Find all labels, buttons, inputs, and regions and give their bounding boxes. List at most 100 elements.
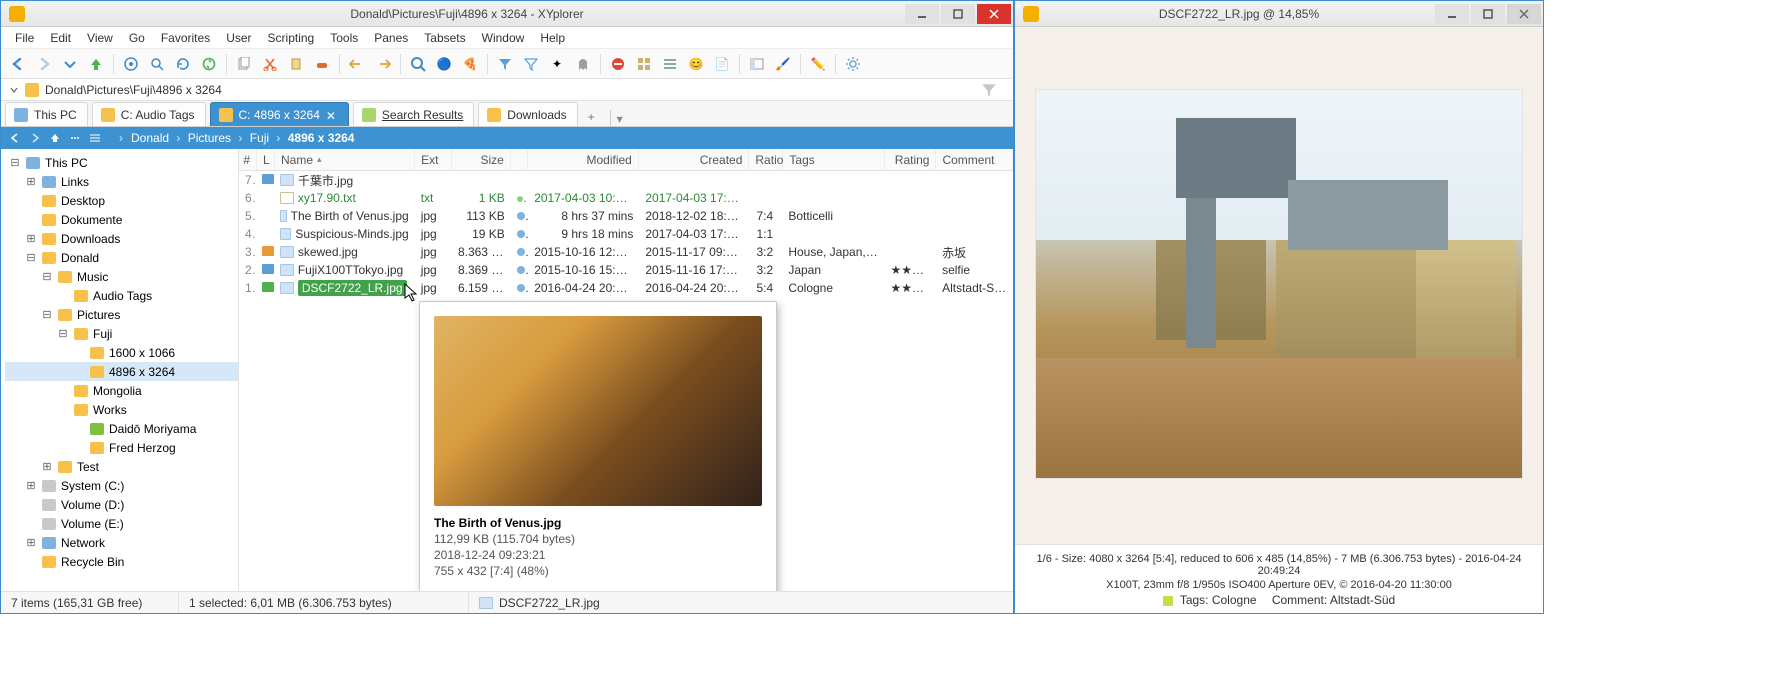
tree-item[interactable]: Dokumente	[5, 210, 238, 229]
redo-icon[interactable]	[372, 53, 394, 75]
crumb-list-icon[interactable]	[87, 130, 103, 146]
crumb[interactable]: Fuji	[246, 131, 273, 145]
minimize-button[interactable]	[905, 4, 939, 24]
menu-scripting[interactable]: Scripting	[260, 29, 323, 47]
tree-item[interactable]: ⊞System (C:)	[5, 476, 238, 495]
file-row[interactable]: 2FujiX100TTokyo.jpgjpg8.369 KB2015-10-16…	[239, 261, 1013, 279]
column-header[interactable]: Created	[639, 149, 750, 170]
tree-item[interactable]: Works	[5, 400, 238, 419]
maximize-button[interactable]	[941, 4, 975, 24]
column-header[interactable]	[511, 149, 528, 170]
tab[interactable]: Downloads	[478, 102, 577, 126]
filter-icon[interactable]	[981, 82, 997, 98]
tree-item[interactable]: ⊞Links	[5, 172, 238, 191]
tab[interactable]: C: Audio Tags	[92, 102, 206, 126]
funnel-icon[interactable]	[494, 53, 516, 75]
column-header[interactable]: Comment	[936, 149, 1013, 170]
column-header[interactable]: Modified	[528, 149, 639, 170]
grid-icon[interactable]	[633, 53, 655, 75]
column-header[interactable]: #	[239, 149, 257, 170]
back-button[interactable]	[7, 53, 29, 75]
tab[interactable]: Search Results	[353, 102, 474, 126]
sync-icon[interactable]	[198, 53, 220, 75]
brush-icon[interactable]: 🖌️	[772, 53, 794, 75]
menu-tools[interactable]: Tools	[322, 29, 366, 47]
tree-item[interactable]: Mongolia	[5, 381, 238, 400]
cut-icon[interactable]	[259, 53, 281, 75]
tab[interactable]: C: 4896 x 3264✕	[210, 102, 349, 126]
wand-icon[interactable]: ✦	[546, 53, 568, 75]
gear-icon[interactable]	[842, 53, 864, 75]
crumb[interactable]: Pictures	[184, 131, 235, 145]
crumb[interactable]: 4896 x 3264	[284, 131, 359, 145]
file-row[interactable]: 6xy17.90.txttxt1 KB2017-04-03 10:36:4420…	[239, 189, 1013, 207]
tree-item[interactable]: 4896 x 3264	[5, 362, 238, 381]
file-list[interactable]: 7千葉市.jpg6xy17.90.txttxt1 KB2017-04-03 10…	[239, 171, 1013, 591]
tab[interactable]: This PC	[5, 102, 88, 126]
stop-icon[interactable]	[607, 53, 629, 75]
undo-icon[interactable]	[346, 53, 368, 75]
tree-item[interactable]: ⊟Fuji	[5, 324, 238, 343]
menu-help[interactable]: Help	[532, 29, 573, 47]
crumb-fwd-icon[interactable]	[27, 130, 43, 146]
menu-window[interactable]: Window	[474, 29, 533, 47]
smile-icon[interactable]: 😊	[685, 53, 707, 75]
list-icon[interactable]	[659, 53, 681, 75]
tree-item[interactable]: ⊞Downloads	[5, 229, 238, 248]
file-row[interactable]: 5The Birth of Venus.jpgjpg113 KB8 hrs 37…	[239, 207, 1013, 225]
tree-item[interactable]: ⊞Network	[5, 533, 238, 552]
maximize-button[interactable]	[1471, 4, 1505, 24]
column-header[interactable]: Rating	[885, 149, 936, 170]
zoom-icon[interactable]	[407, 53, 429, 75]
target-icon[interactable]	[120, 53, 142, 75]
menu-file[interactable]: File	[7, 29, 42, 47]
column-header[interactable]: Name▴	[275, 149, 415, 170]
menu-tabsets[interactable]: Tabsets	[416, 29, 473, 47]
pizza-icon[interactable]: 🍕	[459, 53, 481, 75]
tree-item[interactable]: ⊟Pictures	[5, 305, 238, 324]
column-header[interactable]: L	[257, 149, 275, 170]
copy-icon[interactable]	[233, 53, 255, 75]
refresh-icon[interactable]	[172, 53, 194, 75]
crumb-dots-icon[interactable]	[67, 130, 83, 146]
recent-button[interactable]	[59, 53, 81, 75]
file-row[interactable]: 1DSCF2722_LR.jpgjpg6.159 KB2016-04-24 20…	[239, 279, 1013, 297]
ghost-icon[interactable]	[572, 53, 594, 75]
panel-icon[interactable]	[746, 53, 768, 75]
delete-icon[interactable]	[311, 53, 333, 75]
column-header[interactable]: Ratio	[749, 149, 783, 170]
tree-item[interactable]: Daidō Moriyama	[5, 419, 238, 438]
address-bar[interactable]: Donald\Pictures\Fuji\4896 x 3264	[1, 79, 1013, 101]
file-row[interactable]: 3skewed.jpgjpg8.363 KB2015-10-16 12:02:4…	[239, 243, 1013, 261]
tree-item[interactable]: Fred Herzog	[5, 438, 238, 457]
crumb-back-icon[interactable]	[7, 130, 23, 146]
funnel2-icon[interactable]	[520, 53, 542, 75]
tree-item[interactable]: Volume (E:)	[5, 514, 238, 533]
pencil-icon[interactable]: ✏️	[807, 53, 829, 75]
menu-panes[interactable]: Panes	[366, 29, 416, 47]
tree-item[interactable]: 1600 x 1066	[5, 343, 238, 362]
menu-favorites[interactable]: Favorites	[153, 29, 218, 47]
menu-edit[interactable]: Edit	[42, 29, 79, 47]
column-header[interactable]: Tags	[783, 149, 885, 170]
folder-tree[interactable]: ⊟This PC⊞LinksDesktopDokumente⊞Downloads…	[1, 149, 239, 591]
tree-item[interactable]: ⊟This PC	[5, 153, 238, 172]
up-button[interactable]	[85, 53, 107, 75]
tree-item[interactable]: Audio Tags	[5, 286, 238, 305]
close-button[interactable]	[977, 4, 1011, 24]
file-row[interactable]: 4Suspicious-Minds.jpgjpg19 KB9 hrs 18 mi…	[239, 225, 1013, 243]
tree-item[interactable]: Desktop	[5, 191, 238, 210]
crumb[interactable]: Donald	[127, 131, 173, 145]
forward-button[interactable]	[33, 53, 55, 75]
menu-user[interactable]: User	[218, 29, 259, 47]
tree-item[interactable]: Recycle Bin	[5, 552, 238, 571]
column-header[interactable]: Ext	[415, 149, 452, 170]
note-icon[interactable]: 📄	[711, 53, 733, 75]
find-icon[interactable]	[146, 53, 168, 75]
tree-item[interactable]: Volume (D:)	[5, 495, 238, 514]
menu-go[interactable]: Go	[121, 29, 153, 47]
color-icon[interactable]: 🔵	[433, 53, 455, 75]
tab-add-button[interactable]: +	[588, 110, 604, 126]
paste-icon[interactable]	[285, 53, 307, 75]
file-row[interactable]: 7千葉市.jpg	[239, 171, 1013, 189]
